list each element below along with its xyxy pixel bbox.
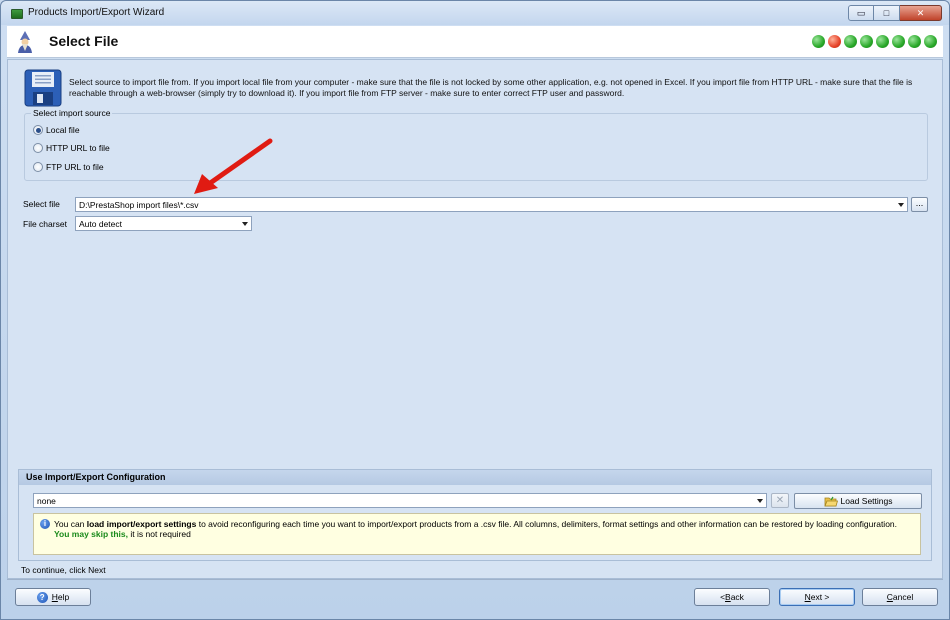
config-info-box: i You can load import/export settings to… [33,513,921,555]
step-dot [812,35,825,48]
select-file-value: D:\PrestaShop import files\*.csv [79,200,199,210]
load-settings-button[interactable]: Load Settings [794,493,922,509]
config-panel: Use Import/Export Configuration none ✕ L… [18,469,932,561]
info-text-suffix: it is not required [128,529,191,539]
radio-ftp-url-label: FTP URL to file [46,162,104,172]
status-text: To continue, click Next [21,565,106,575]
load-settings-label: Load Settings [840,496,893,506]
app-icon [11,9,23,19]
info-text-prefix: You can [54,519,87,529]
minimize-button[interactable]: ▭ [848,5,874,21]
radio-ftp-url[interactable]: FTP URL to file [33,162,104,172]
help-button[interactable]: ? Help [15,588,91,606]
main-content: Select source to import file from. If yo… [7,59,943,579]
import-source-legend: Select import source [31,108,113,118]
clear-config-button[interactable]: ✕ [771,493,789,508]
red-arrow-annotation [194,138,273,194]
chevron-down-icon[interactable] [898,203,904,207]
step-dot [924,35,937,48]
floppy-disk-icon [24,69,62,107]
next-button[interactable]: Next > [779,588,855,606]
wizard-header: Select File [7,26,943,58]
config-value: none [37,496,56,506]
select-file-combo[interactable]: D:\PrestaShop import files\*.csv [75,197,908,212]
info-text-bold: load import/export settings [86,519,197,529]
step-dot [908,35,921,48]
radio-local-file-indicator[interactable] [33,125,43,135]
radio-http-url[interactable]: HTTP URL to file [33,143,110,153]
cancel-label: ancel [892,592,914,602]
title-bar[interactable]: Products Import/Export Wizard ▭ □ ✕ [1,1,949,25]
page-title: Select File [49,33,119,49]
wizard-window: Products Import/Export Wizard ▭ □ ✕ Sele… [0,0,950,620]
radio-http-url-indicator[interactable] [33,143,43,153]
step-dot [860,35,873,48]
file-charset-combo[interactable]: Auto detect [75,216,252,231]
back-label: ack [730,592,744,602]
cancel-button[interactable]: Cancel [862,588,938,606]
step-dot [828,35,841,48]
radio-local-file-label: Local file [46,125,80,135]
help-label: elp [57,592,70,602]
maximize-button[interactable]: □ [874,5,900,21]
footer-divider [7,579,943,580]
config-combo[interactable]: none [33,493,767,508]
step-description: Select source to import file from. If yo… [69,77,913,98]
import-source-group: Select import source Local file HTTP URL… [24,108,928,181]
next-label: ext > [810,592,830,602]
back-button[interactable]: < Back [694,588,770,606]
info-text-skip: You may skip this, [54,529,129,539]
radio-http-url-label: HTTP URL to file [46,143,110,153]
browse-button[interactable]: ... [911,197,928,212]
window-title: Products Import/Export Wizard [28,7,165,18]
chevron-down-icon[interactable] [757,499,763,503]
step-dot [876,35,889,48]
chevron-down-icon[interactable] [242,222,248,226]
folder-open-icon [823,496,838,506]
step-dot [844,35,857,48]
file-charset-value: Auto detect [79,219,123,229]
close-button[interactable]: ✕ [900,5,942,21]
window-controls: ▭ □ ✕ [848,5,942,21]
config-header: Use Import/Export Configuration [19,470,931,485]
file-charset-label: File charset [23,219,67,229]
step-indicator [809,35,937,48]
radio-local-file[interactable]: Local file [33,125,80,135]
info-text-middle: to avoid reconfiguring each time you wan… [196,519,898,529]
radio-ftp-url-indicator[interactable] [33,162,43,172]
wizard-icon [18,31,32,53]
info-icon: i [40,519,50,529]
select-file-label: Select file [23,199,60,209]
help-icon: ? [36,591,48,603]
step-dot [892,35,905,48]
